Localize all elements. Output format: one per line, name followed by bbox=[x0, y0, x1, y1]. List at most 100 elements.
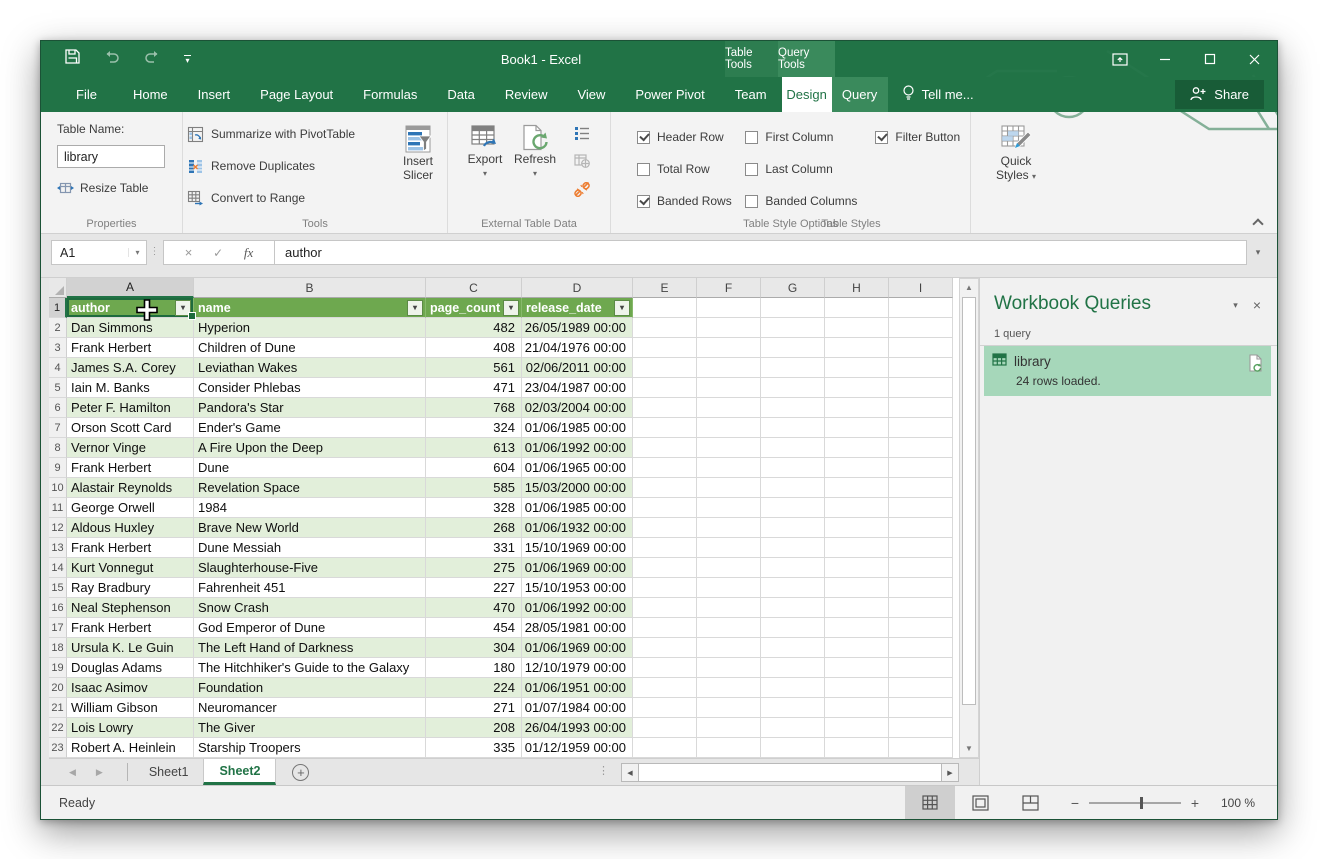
cell-D21[interactable]: 01/07/1984 00:00 bbox=[522, 698, 633, 718]
cell-I8[interactable] bbox=[889, 438, 953, 458]
filter-button-author[interactable]: ▾ bbox=[175, 300, 191, 316]
cell-F21[interactable] bbox=[697, 698, 761, 718]
open-in-browser-icon[interactable] bbox=[574, 154, 590, 173]
cell-D13[interactable]: 15/10/1969 00:00 bbox=[522, 538, 633, 558]
row-header-13[interactable]: 13 bbox=[49, 538, 67, 558]
sheet-tab-sheet1[interactable]: Sheet1 bbox=[134, 759, 204, 785]
row-header-8[interactable]: 8 bbox=[49, 438, 67, 458]
enter-icon[interactable]: ✓ bbox=[213, 246, 223, 260]
cell-B16[interactable]: Snow Crash bbox=[194, 598, 426, 618]
cell-G12[interactable] bbox=[761, 518, 825, 538]
summarize-pivottable-button[interactable]: Summarize with PivotTable bbox=[187, 124, 391, 144]
cell-D20[interactable]: 01/06/1951 00:00 bbox=[522, 678, 633, 698]
cell-H20[interactable] bbox=[825, 678, 889, 698]
page-break-preview-button[interactable] bbox=[1005, 786, 1055, 819]
cell-E16[interactable] bbox=[633, 598, 697, 618]
cell-D5[interactable]: 23/04/1987 00:00 bbox=[522, 378, 633, 398]
column-header-A[interactable]: A bbox=[67, 278, 194, 298]
zoom-level[interactable]: 100 % bbox=[1203, 796, 1255, 810]
cell-E11[interactable] bbox=[633, 498, 697, 518]
cell-B17[interactable]: God Emperor of Dune bbox=[194, 618, 426, 638]
cell-H7[interactable] bbox=[825, 418, 889, 438]
row-header-15[interactable]: 15 bbox=[49, 578, 67, 598]
cell-E3[interactable] bbox=[633, 338, 697, 358]
cell-D6[interactable]: 02/03/2004 00:00 bbox=[522, 398, 633, 418]
unlink-icon[interactable] bbox=[574, 182, 590, 202]
cell-G5[interactable] bbox=[761, 378, 825, 398]
cell-D15[interactable]: 15/10/1953 00:00 bbox=[522, 578, 633, 598]
cell-I13[interactable] bbox=[889, 538, 953, 558]
cell-H9[interactable] bbox=[825, 458, 889, 478]
cell-C4[interactable]: 561 bbox=[426, 358, 522, 378]
cell-G23[interactable] bbox=[761, 738, 825, 758]
cell-H3[interactable] bbox=[825, 338, 889, 358]
cell-E20[interactable] bbox=[633, 678, 697, 698]
cell-A16[interactable]: Neal Stephenson bbox=[67, 598, 194, 618]
cell-E18[interactable] bbox=[633, 638, 697, 658]
cell-H23[interactable] bbox=[825, 738, 889, 758]
cell-C11[interactable]: 328 bbox=[426, 498, 522, 518]
cell-A2[interactable]: Dan Simmons bbox=[67, 318, 194, 338]
cell-G4[interactable] bbox=[761, 358, 825, 378]
cell-F14[interactable] bbox=[697, 558, 761, 578]
column-header-C[interactable]: C bbox=[426, 278, 522, 298]
cell-F23[interactable] bbox=[697, 738, 761, 758]
cell-I19[interactable] bbox=[889, 658, 953, 678]
row-header-2[interactable]: 2 bbox=[49, 318, 67, 338]
cell-E2[interactable] bbox=[633, 318, 697, 338]
tab-power-pivot[interactable]: Power Pivot bbox=[620, 77, 719, 112]
cell-C3[interactable]: 408 bbox=[426, 338, 522, 358]
cell-C18[interactable]: 304 bbox=[426, 638, 522, 658]
row-header-20[interactable]: 20 bbox=[49, 678, 67, 698]
column-header-F[interactable]: F bbox=[697, 278, 761, 298]
table-name-input[interactable] bbox=[57, 145, 165, 168]
panel-options-icon[interactable]: ▾ bbox=[1233, 300, 1238, 311]
cell-D12[interactable]: 01/06/1932 00:00 bbox=[522, 518, 633, 538]
cell-I18[interactable] bbox=[889, 638, 953, 658]
tab-query[interactable]: Query bbox=[832, 77, 888, 112]
cell-B15[interactable]: Fahrenheit 451 bbox=[194, 578, 426, 598]
column-header-B[interactable]: B bbox=[194, 278, 426, 298]
cell-I11[interactable] bbox=[889, 498, 953, 518]
data-range-properties-icon[interactable] bbox=[574, 126, 590, 145]
cell-H5[interactable] bbox=[825, 378, 889, 398]
cell-C8[interactable]: 613 bbox=[426, 438, 522, 458]
cancel-icon[interactable]: × bbox=[185, 245, 193, 260]
cell-I15[interactable] bbox=[889, 578, 953, 598]
cell-E6[interactable] bbox=[633, 398, 697, 418]
cell-B10[interactable]: Revelation Space bbox=[194, 478, 426, 498]
cell-G7[interactable] bbox=[761, 418, 825, 438]
cell-I5[interactable] bbox=[889, 378, 953, 398]
cell-I14[interactable] bbox=[889, 558, 953, 578]
cell-C9[interactable]: 604 bbox=[426, 458, 522, 478]
filter-button-page-count[interactable]: ▾ bbox=[503, 300, 519, 316]
cell-G8[interactable] bbox=[761, 438, 825, 458]
cell-D17[interactable]: 28/05/1981 00:00 bbox=[522, 618, 633, 638]
maximize-icon[interactable] bbox=[1187, 41, 1232, 77]
checkbox-box-banded-rows[interactable] bbox=[637, 195, 650, 208]
checkbox-box-first-column[interactable] bbox=[745, 131, 758, 144]
cell-A7[interactable]: Orson Scott Card bbox=[67, 418, 194, 438]
tell-me-box[interactable]: Tell me... bbox=[888, 77, 988, 112]
row-header-10[interactable]: 10 bbox=[49, 478, 67, 498]
sheet-bar-resize-handle[interactable]: ⋮ bbox=[598, 764, 609, 777]
cell-C12[interactable]: 268 bbox=[426, 518, 522, 538]
table-header-cell-B1[interactable]: name▾ bbox=[194, 298, 426, 318]
cell-B14[interactable]: Slaughterhouse-Five bbox=[194, 558, 426, 578]
row-header-7[interactable]: 7 bbox=[49, 418, 67, 438]
cell-E12[interactable] bbox=[633, 518, 697, 538]
row-header-11[interactable]: 11 bbox=[49, 498, 67, 518]
row-header-19[interactable]: 19 bbox=[49, 658, 67, 678]
cell-D16[interactable]: 01/06/1992 00:00 bbox=[522, 598, 633, 618]
row-header-12[interactable]: 12 bbox=[49, 518, 67, 538]
cell-E10[interactable] bbox=[633, 478, 697, 498]
column-header-G[interactable]: G bbox=[761, 278, 825, 298]
cell-F12[interactable] bbox=[697, 518, 761, 538]
cell-I17[interactable] bbox=[889, 618, 953, 638]
cell-F5[interactable] bbox=[697, 378, 761, 398]
cell-B2[interactable]: Hyperion bbox=[194, 318, 426, 338]
tab-team[interactable]: Team bbox=[720, 77, 782, 112]
cell-A23[interactable]: Robert A. Heinlein bbox=[67, 738, 194, 758]
cell-I12[interactable] bbox=[889, 518, 953, 538]
cell-F6[interactable] bbox=[697, 398, 761, 418]
